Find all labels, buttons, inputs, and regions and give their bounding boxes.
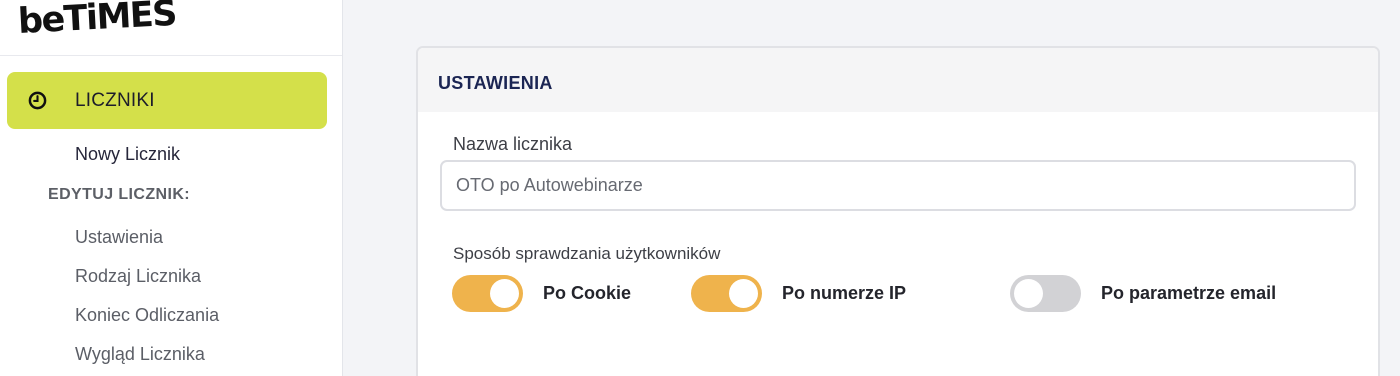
toggle-knob [1014, 279, 1043, 308]
settings-title: USTAWIENIA [438, 73, 553, 93]
sidebar-item-counter-type[interactable]: Rodzaj Licznika [75, 266, 201, 287]
brand-logo[interactable]: beTiMES [17, 0, 177, 42]
clock-icon [28, 91, 47, 110]
toggle-knob [490, 279, 519, 308]
counter-name-input[interactable] [440, 160, 1356, 211]
settings-card: USTAWIENIA Nazwa licznika Sposób sprawdz… [416, 46, 1380, 376]
sidebar-item-countdown-end[interactable]: Koniec Odliczania [75, 305, 219, 326]
counter-name-label: Nazwa licznika [453, 134, 573, 154]
sidebar: beTiMES LICZNIKI Nowy Licznik EDYTUJ LIC… [0, 0, 343, 376]
ip-toggle[interactable] [691, 275, 762, 312]
sidebar-item-settings[interactable]: Ustawienia [75, 227, 163, 248]
sidebar-item-new-counter[interactable]: Nowy Licznik [75, 144, 180, 165]
user-check-method-label: Sposób sprawdzania użytkowników [453, 244, 721, 263]
edit-section-label: EDYTUJ LICZNIK: [48, 186, 190, 203]
settings-card-header: USTAWIENIA [418, 48, 1378, 112]
email-toggle-label[interactable]: Po parametrze email [1101, 283, 1276, 304]
email-toggle[interactable] [1010, 275, 1081, 312]
cookie-toggle[interactable] [452, 275, 523, 312]
toggle-knob [729, 279, 758, 308]
sidebar-item-liczniki-label: LICZNIKI [75, 90, 155, 111]
sidebar-item-counter-look[interactable]: Wygląd Licznika [75, 344, 205, 365]
ip-toggle-label[interactable]: Po numerze IP [782, 283, 906, 304]
cookie-toggle-label[interactable]: Po Cookie [543, 283, 631, 304]
logo-divider [0, 55, 342, 56]
sidebar-item-liczniki[interactable]: LICZNIKI [7, 72, 327, 129]
